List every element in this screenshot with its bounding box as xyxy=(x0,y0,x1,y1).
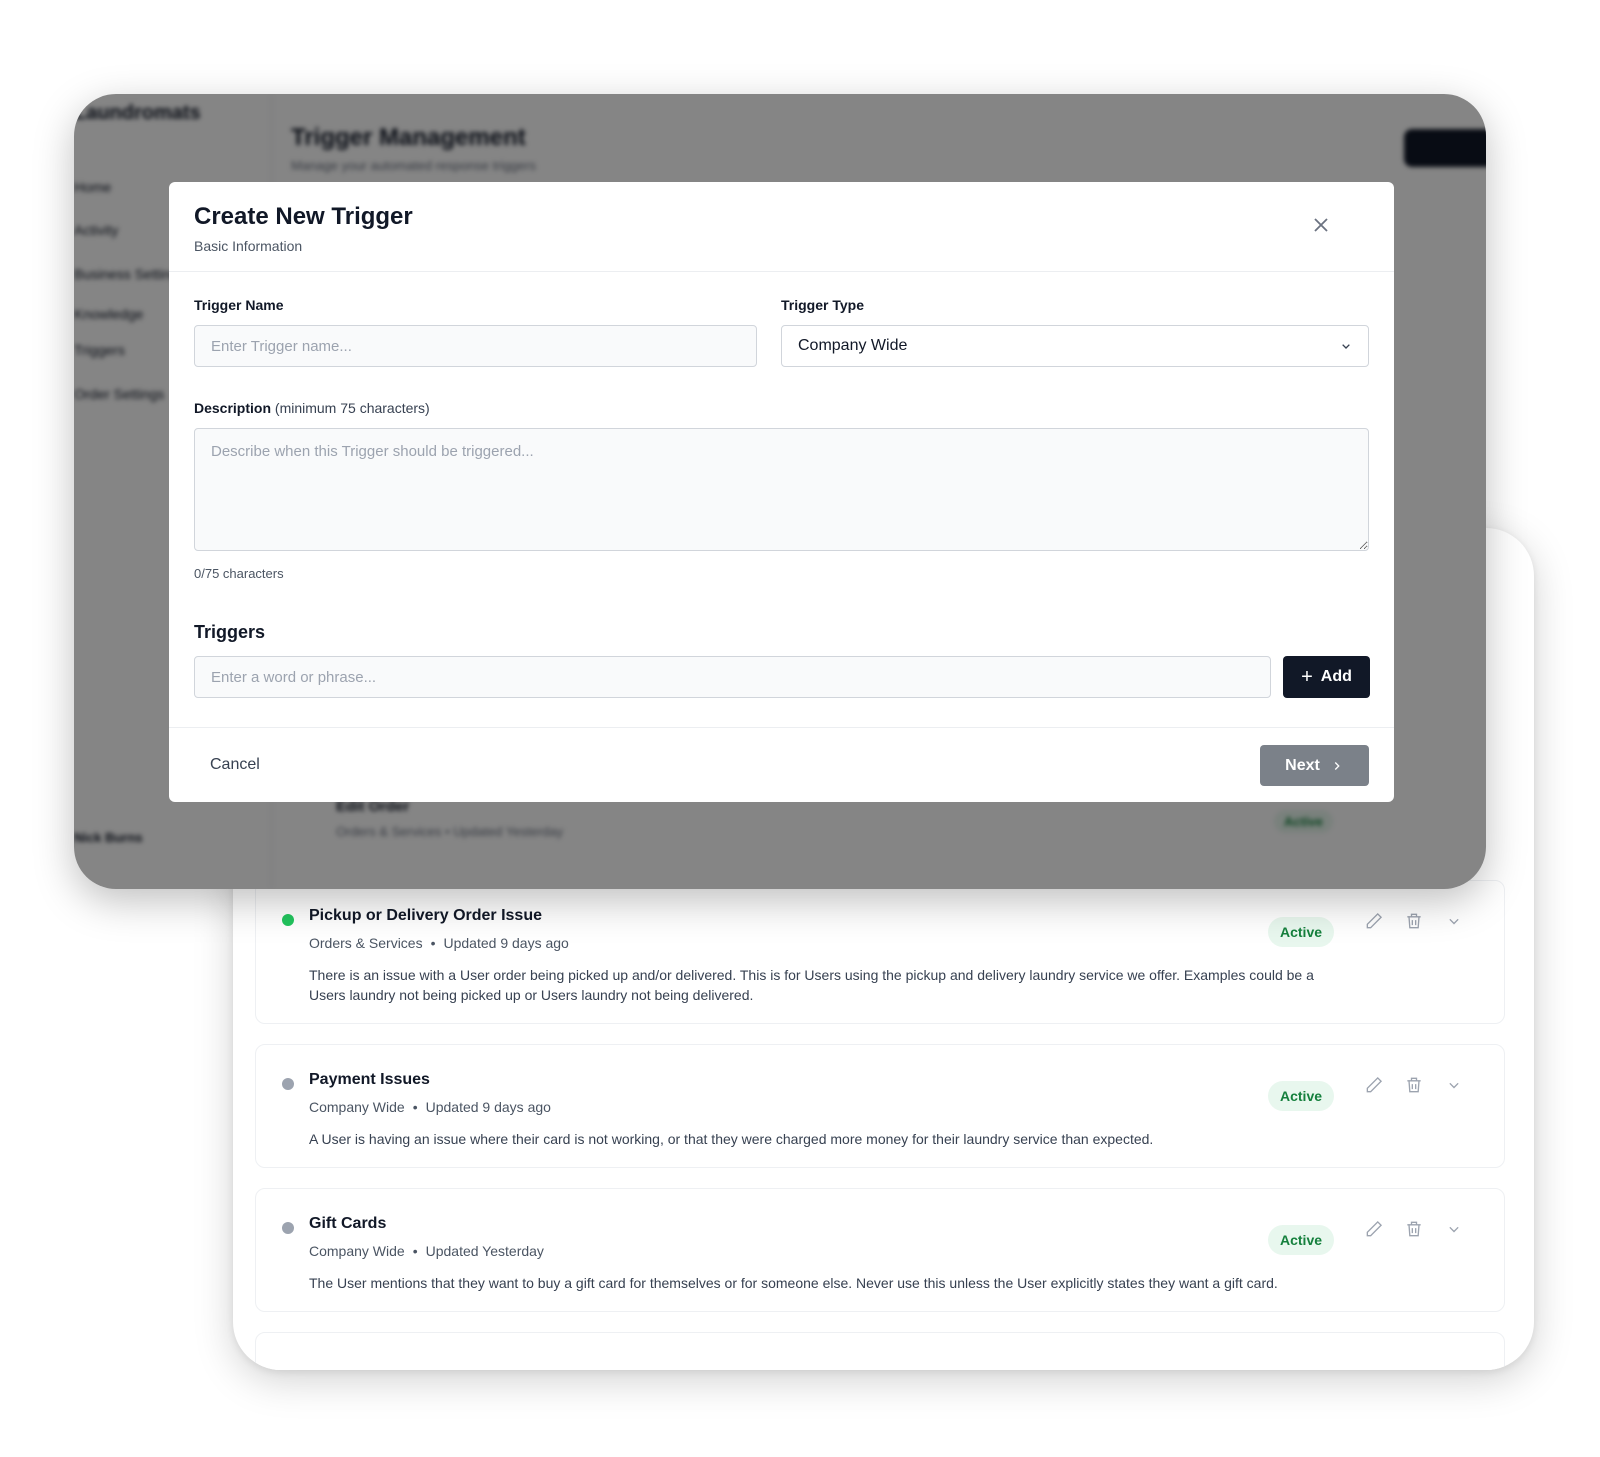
app-window: Laundromats Home Activity Business Setti… xyxy=(74,94,1486,889)
chevron-down-icon[interactable] xyxy=(1444,1075,1464,1095)
modal-subtitle: Basic Information xyxy=(194,238,303,254)
status-dot xyxy=(282,1222,294,1234)
chevron-right-icon xyxy=(1330,759,1344,773)
status-dot xyxy=(282,1078,294,1090)
trigger-item-partial xyxy=(255,1332,1505,1370)
trigger-title: Gift Cards xyxy=(309,1215,387,1232)
trigger-meta: Company Wide • Updated Yesterday xyxy=(309,1243,544,1259)
modal-title: Create New Trigger xyxy=(194,203,413,230)
create-trigger-modal: Create New Trigger Basic Information Tri… xyxy=(169,182,1394,802)
trigger-item-gift-cards[interactable]: Gift Cards Company Wide • Updated Yesterda… xyxy=(255,1188,1505,1312)
plus-icon: + xyxy=(1301,666,1313,688)
trigger-description: A User is having an issue where their ca… xyxy=(309,1131,1154,1147)
status-badge: Active xyxy=(1268,1081,1335,1111)
char-count: 0/75 characters xyxy=(194,566,284,581)
chevron-down-icon xyxy=(1338,338,1354,354)
description-hint: (minimum 75 characters) xyxy=(274,400,430,416)
trigger-phrase-input[interactable] xyxy=(194,656,1271,698)
trigger-type-label: Trigger Type xyxy=(781,297,864,313)
edit-icon[interactable] xyxy=(1364,911,1384,931)
status-dot xyxy=(282,914,294,926)
trigger-meta: Orders & Services • Updated 9 days ago xyxy=(309,935,569,951)
trigger-type-value: Company Wide xyxy=(798,337,908,354)
next-button[interactable]: Next xyxy=(1260,745,1369,786)
add-phrase-button[interactable]: + Add xyxy=(1283,656,1370,698)
status-badge: Active xyxy=(1268,917,1335,947)
trash-icon[interactable] xyxy=(1404,911,1424,931)
trigger-type-select[interactable]: Company Wide xyxy=(781,325,1369,367)
trigger-name-input[interactable] xyxy=(194,325,757,367)
trigger-description: The User mentions that they want to buy … xyxy=(309,1275,1278,1291)
trigger-name-label: Trigger Name xyxy=(194,297,284,313)
triggers-heading: Triggers xyxy=(194,622,266,642)
trash-icon[interactable] xyxy=(1404,1075,1424,1095)
close-icon[interactable] xyxy=(1309,213,1333,237)
trigger-item-payment[interactable]: Payment Issues Company Wide • Updated 9 da… xyxy=(255,1044,1505,1168)
trigger-title: Payment Issues xyxy=(309,1071,430,1088)
trigger-title: Pickup or Delivery Order Issue xyxy=(309,907,542,924)
description-textarea[interactable] xyxy=(194,428,1369,551)
chevron-down-icon[interactable] xyxy=(1444,1219,1464,1239)
trash-icon[interactable] xyxy=(1404,1219,1424,1239)
modal-footer: Cancel Next xyxy=(169,727,1394,802)
cancel-button[interactable]: Cancel xyxy=(210,756,260,774)
chevron-down-icon[interactable] xyxy=(1444,911,1464,931)
modal-header: Create New Trigger Basic Information xyxy=(169,182,1394,272)
description-label: Description (minimum 75 characters) xyxy=(194,400,430,416)
trigger-description: There is an issue with a User order bein… xyxy=(309,967,1314,1003)
edit-icon[interactable] xyxy=(1364,1075,1384,1095)
trigger-item-pickup[interactable]: Pickup or Delivery Order Issue Orders & … xyxy=(255,880,1505,1024)
edit-icon[interactable] xyxy=(1364,1219,1384,1239)
trigger-meta: Company Wide • Updated 9 days ago xyxy=(309,1099,551,1115)
status-badge: Active xyxy=(1268,1225,1335,1255)
